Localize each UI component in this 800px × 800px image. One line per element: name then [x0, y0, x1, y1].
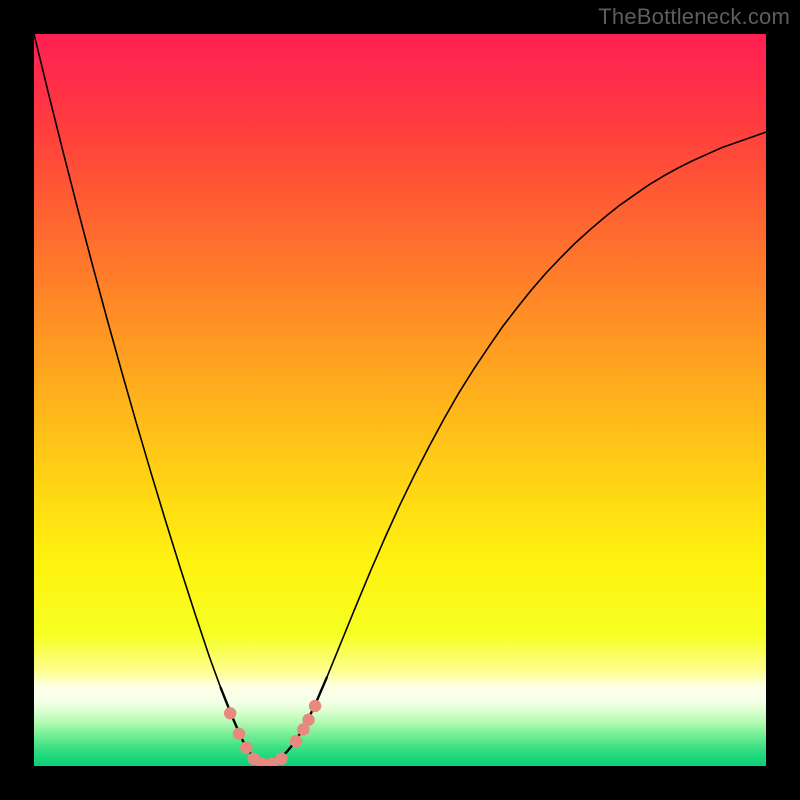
data-point [224, 707, 236, 719]
watermark-text: TheBottleneck.com [598, 4, 790, 30]
chart-svg [34, 34, 766, 766]
chart-frame: TheBottleneck.com [0, 0, 800, 800]
data-point [275, 752, 287, 764]
data-point [290, 735, 302, 747]
gradient-background [34, 34, 766, 766]
data-point [302, 714, 314, 726]
data-point [240, 742, 252, 754]
data-point [233, 728, 245, 740]
plot-area [34, 34, 766, 766]
data-point [309, 700, 321, 712]
